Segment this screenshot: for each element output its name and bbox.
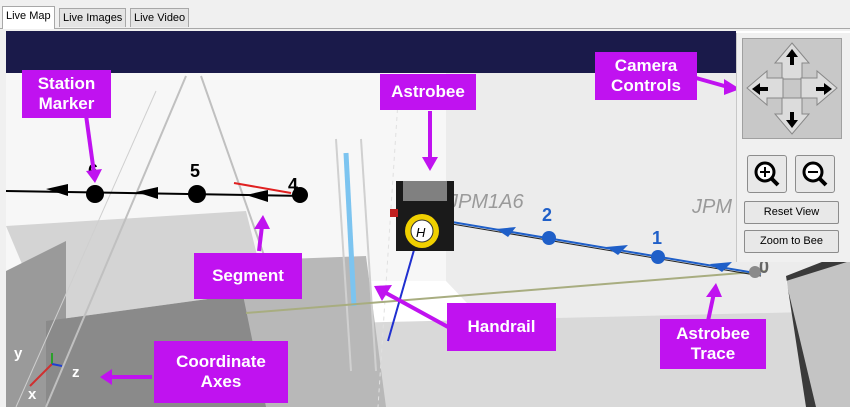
zoom-in-icon <box>754 161 780 187</box>
axis-y-label: y <box>14 345 23 362</box>
station-marker[interactable] <box>188 185 206 203</box>
camera-controls-panel: Reset View Zoom to Bee <box>736 33 850 262</box>
tab-live-images[interactable]: Live Images <box>59 8 127 27</box>
arrow-up-icon[interactable] <box>780 45 804 69</box>
arrow-left-icon[interactable] <box>748 77 772 101</box>
reset-view-button[interactable]: Reset View <box>744 201 839 224</box>
station-marker-label: 4 <box>288 175 298 195</box>
callout-astrobee: Astrobee <box>380 74 476 110</box>
zoom-out-icon <box>802 161 828 187</box>
zoom-out-button[interactable] <box>795 155 835 193</box>
tab-live-map[interactable]: Live Map <box>2 6 55 29</box>
axis-x-label: x <box>28 386 37 403</box>
callout-station-marker: Station Marker <box>22 70 111 118</box>
trace-marker-label: 1 <box>652 228 662 248</box>
zoom-to-bee-button[interactable]: Zoom to Bee <box>744 230 839 253</box>
arrow-right-icon[interactable] <box>812 77 836 101</box>
callout-coordinate-axes: Coordinate Axes <box>154 341 288 403</box>
wall-label-jpm1a6: JPM1A6 <box>447 191 524 213</box>
trace-marker[interactable] <box>542 231 556 245</box>
station-marker[interactable] <box>86 185 104 203</box>
callout-segment: Segment <box>194 253 302 299</box>
trace-marker-label: 2 <box>542 205 552 225</box>
astrobee-robot[interactable]: H <box>390 181 454 251</box>
astrobee-handle-label: H <box>416 225 426 240</box>
zoom-in-button[interactable] <box>747 155 787 193</box>
tab-bar: Live Map Live Images Live Video <box>0 0 850 29</box>
station-marker-label: 5 <box>190 161 200 181</box>
callout-camera-controls: Camera Controls <box>595 52 697 100</box>
callout-handrail: Handrail <box>447 303 556 351</box>
trace-marker[interactable] <box>651 250 665 264</box>
axis-z-label: z <box>72 364 80 381</box>
tab-live-video[interactable]: Live Video <box>130 8 190 27</box>
camera-dpad <box>742 38 842 139</box>
callout-astrobee-trace: Astrobee Trace <box>660 319 766 369</box>
wall-label-jpm: JPM <box>691 196 732 218</box>
arrow-down-icon[interactable] <box>780 108 804 132</box>
